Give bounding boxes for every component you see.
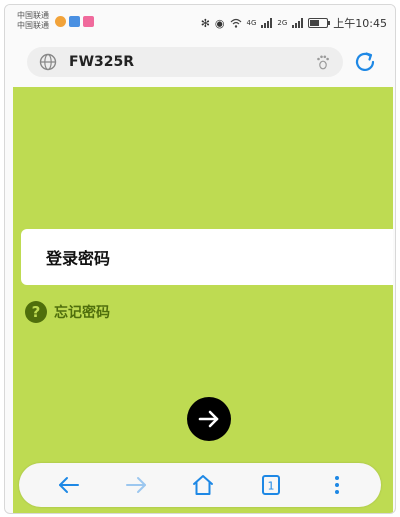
tabs-button[interactable]: 1 [259,473,283,497]
forward-icon [126,477,146,493]
message-notification-icon [83,16,94,27]
network-type-2: 2G [277,19,288,27]
browser-bottom-nav: 1 [19,463,381,507]
tab-count: 1 [268,480,275,493]
footprint-icon[interactable] [315,54,331,70]
globe-icon [39,53,57,71]
arrow-right-icon [198,410,219,428]
reload-icon[interactable] [353,50,377,74]
home-icon [193,475,213,495]
battery-icon [308,18,331,28]
signal-strength-2-icon [292,18,304,28]
notification-icons [55,16,94,27]
back-icon [59,477,79,493]
eye-icon: ◉ [214,16,225,30]
forgot-password-link[interactable]: ? 忘记密码 [25,301,110,323]
home-button[interactable] [191,473,215,497]
network-type-1: 4G [246,19,257,27]
password-field[interactable]: 登录密码 [21,229,393,285]
carrier-label-1: 中国联通 [17,11,49,20]
router-login-page: 登录密码 ? 忘记密码 [13,87,393,513]
clock: 上午10:45 [333,17,387,30]
system-status: ✻ ◉ 4G 2G 上午10:45 [201,15,387,31]
app-notification-icon [55,16,66,27]
menu-icon [335,476,339,494]
help-icon: ? [25,301,47,323]
address-bar[interactable]: FW325R [27,47,343,77]
url-text[interactable]: FW325R [69,54,134,70]
carrier-info: 中国联通 中国联通 [17,11,49,31]
carrier-label-2: 中国联通 [17,21,49,30]
password-label: 登录密码 [46,249,111,268]
phone-screen: 中国联通 中国联通 ✻ ◉ 4G 2G 上午10:45 FW325R 登录密码 … [4,4,396,514]
baidu-notification-icon [69,16,80,27]
back-button[interactable] [57,473,81,497]
login-submit-button[interactable] [187,397,231,441]
forgot-password-label[interactable]: 忘记密码 [54,302,110,322]
status-bar: 中国联通 中国联通 ✻ ◉ 4G 2G 上午10:45 [5,5,395,41]
menu-button[interactable] [325,473,349,497]
signal-strength-1-icon [261,18,273,28]
wifi-icon [230,18,241,28]
tabs-icon: 1 [262,475,280,495]
forward-button[interactable] [124,473,148,497]
bluetooth-icon: ✻ [200,16,210,30]
